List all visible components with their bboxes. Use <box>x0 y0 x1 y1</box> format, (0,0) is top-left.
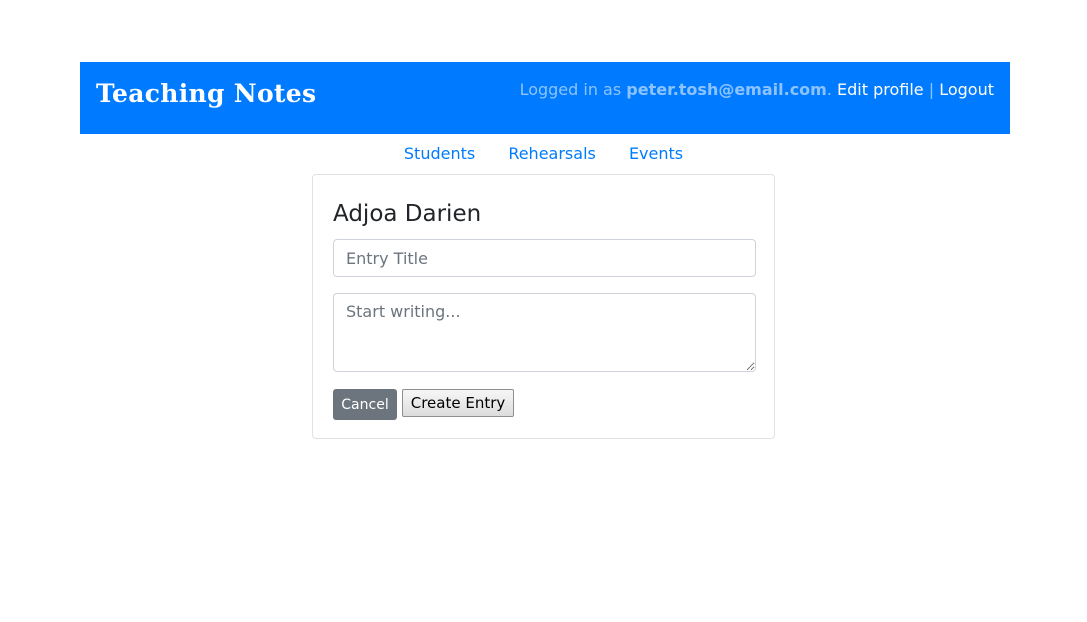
brand-logo[interactable]: Teaching Notes <box>96 79 316 108</box>
new-entry-card: Adjoa Darien Cancel Create Entry <box>312 174 775 439</box>
entry-body-textarea[interactable] <box>333 293 756 372</box>
student-name-title: Adjoa Darien <box>333 201 482 227</box>
nav-events-link[interactable]: Events <box>629 144 683 163</box>
nav-separator: | <box>928 80 935 99</box>
cancel-button[interactable]: Cancel <box>333 389 397 420</box>
nav-students-link[interactable]: Students <box>404 144 475 163</box>
entry-title-input[interactable] <box>333 239 756 277</box>
logged-in-prefix: Logged in as <box>519 80 627 99</box>
edit-profile-link[interactable]: Edit profile <box>837 80 924 99</box>
email-suffix: . <box>826 80 832 99</box>
logout-link[interactable]: Logout <box>939 80 994 99</box>
site-header: Teaching Notes Logged in as peter.tosh@e… <box>80 62 1010 134</box>
user-email: peter.tosh@email.com <box>626 80 827 99</box>
create-entry-button[interactable]: Create Entry <box>402 389 514 417</box>
nav-rehearsals-link[interactable]: Rehearsals <box>508 144 596 163</box>
user-bar: Logged in as peter.tosh@email.com. Edit … <box>520 80 994 99</box>
section-nav: Students Rehearsals Events <box>0 144 1087 163</box>
